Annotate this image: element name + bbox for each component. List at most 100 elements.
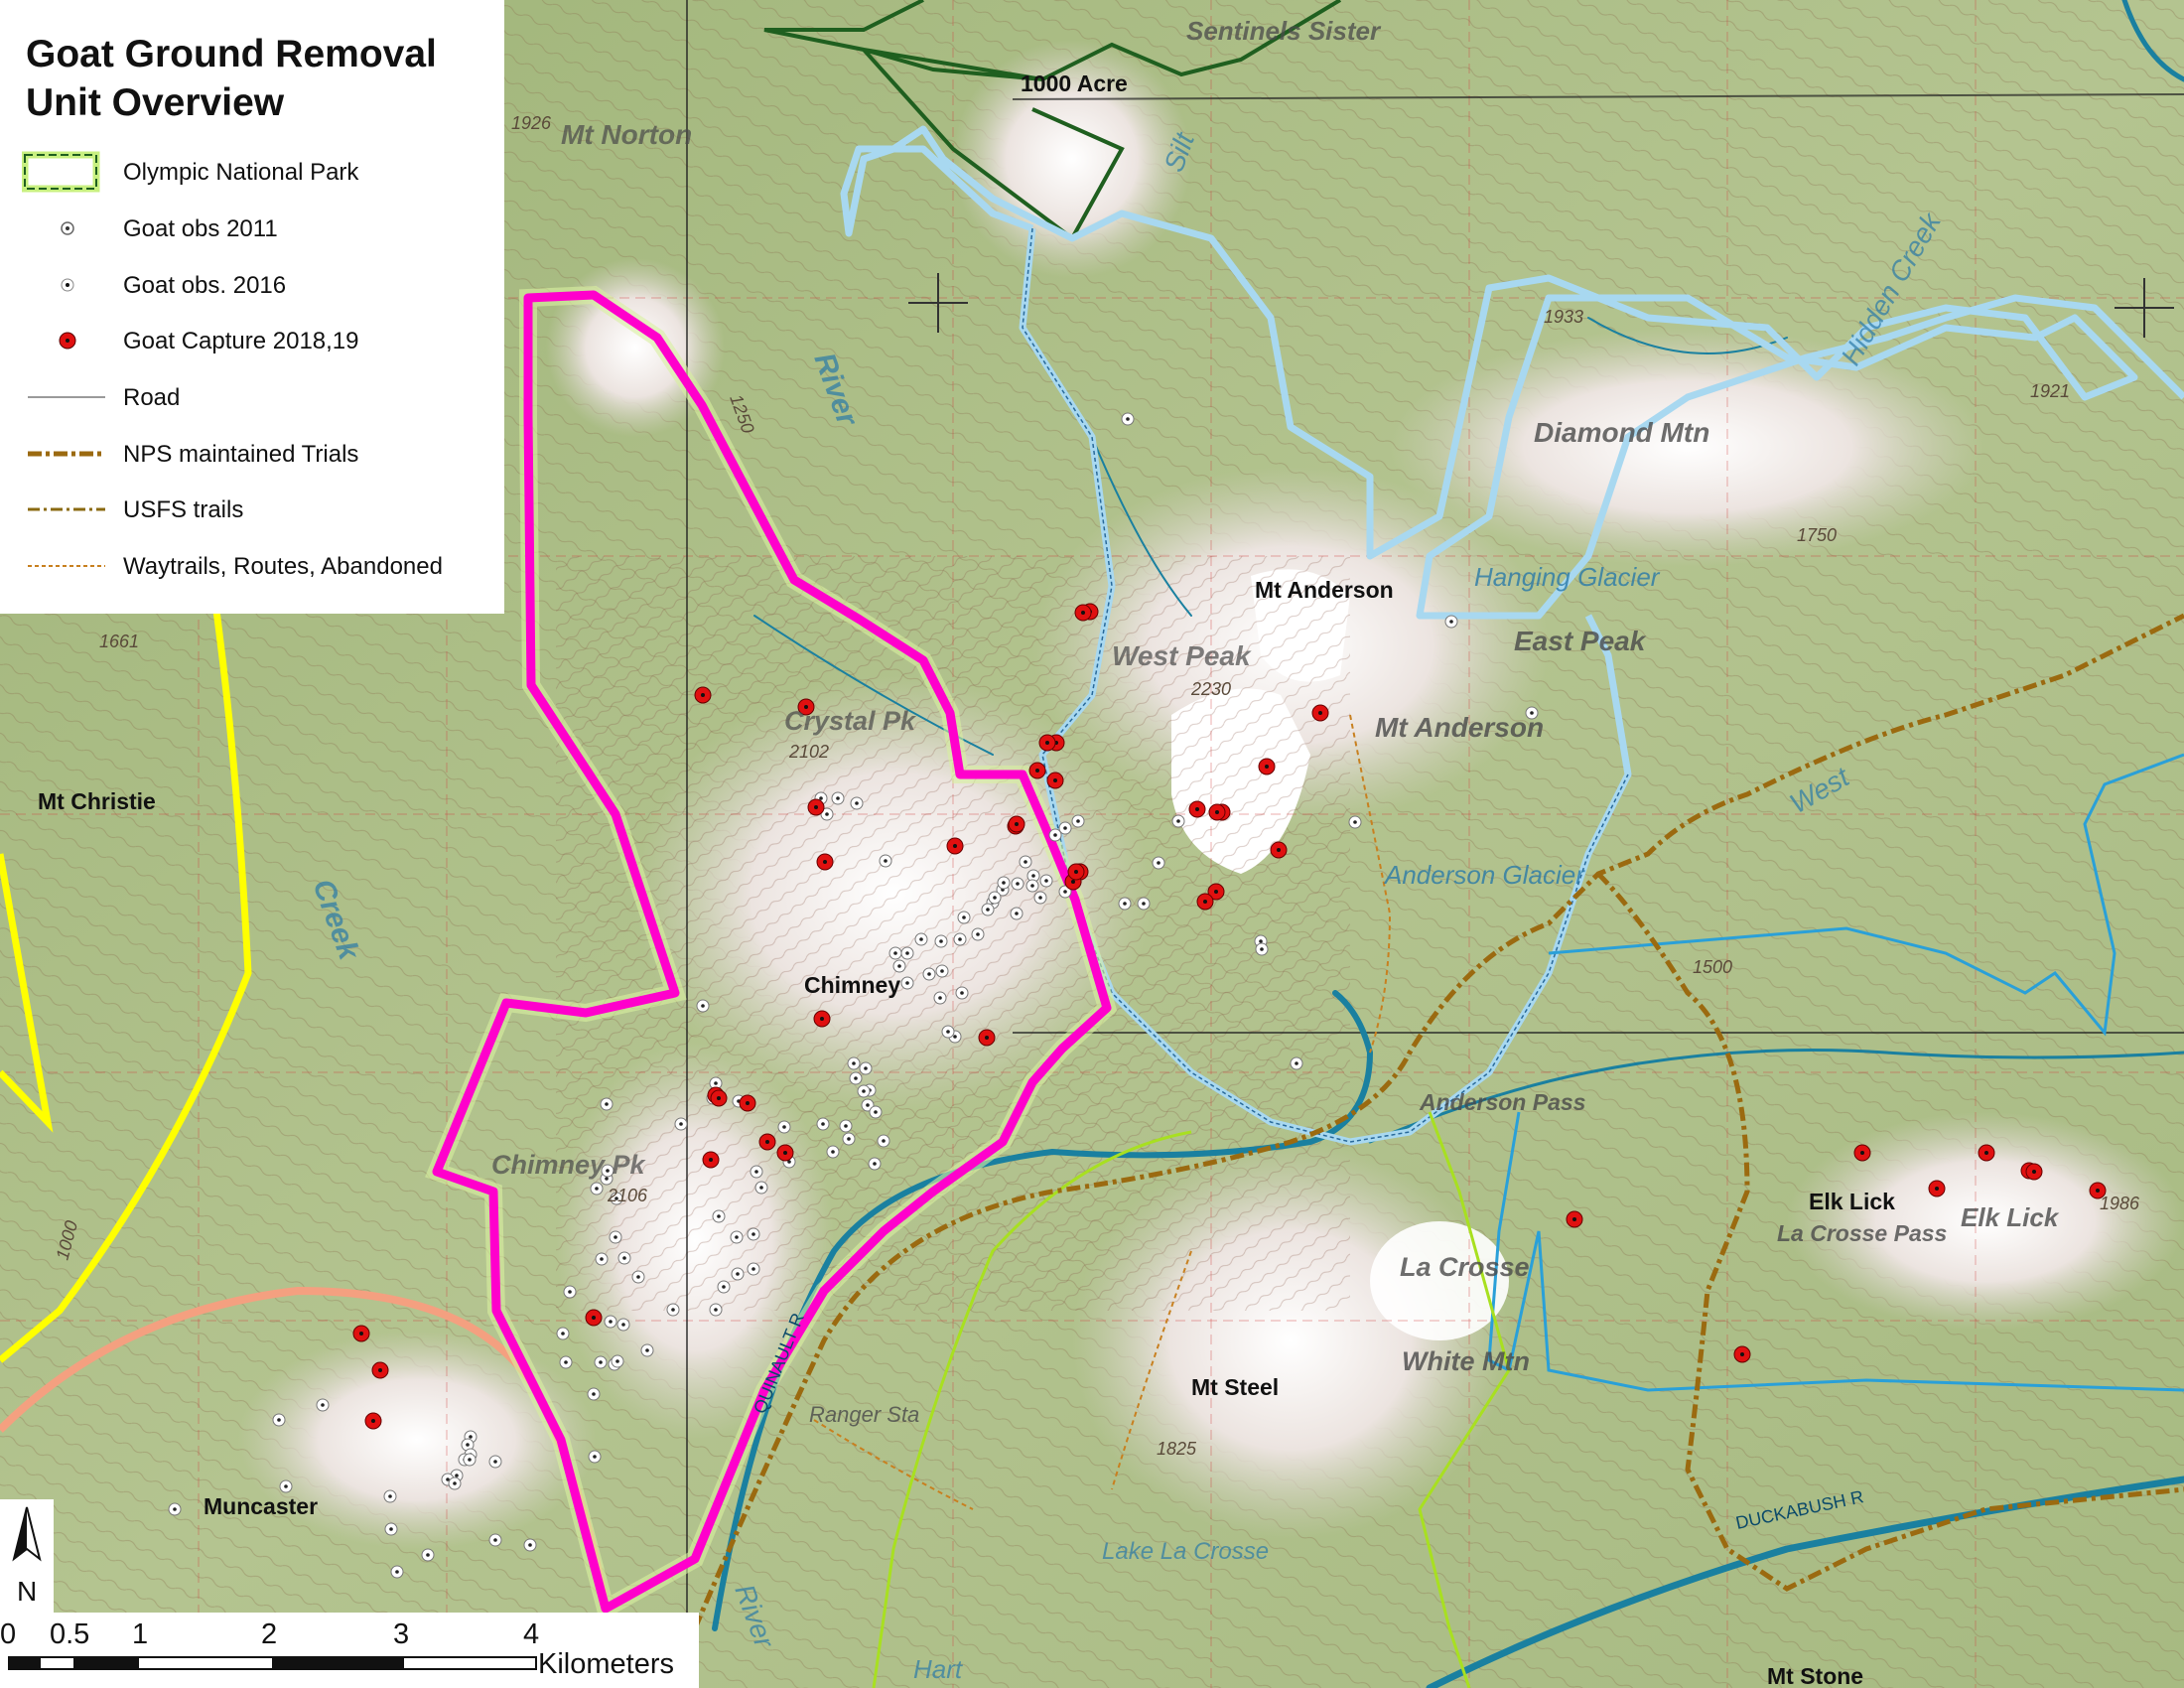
label-chimney: Chimney <box>804 972 900 998</box>
north-arrow: N <box>0 1499 54 1613</box>
goat-capture-point-center <box>592 1316 596 1320</box>
goat-obs-point-center <box>1024 860 1027 864</box>
goat-obs-2011-icon <box>61 221 74 235</box>
goat-capture-point-center <box>709 1158 713 1162</box>
goat-capture-point-center <box>814 805 818 809</box>
label-elk-lick: Elk Lick <box>1809 1189 1895 1214</box>
legend-title-line1: Goat Ground Removal <box>26 33 437 75</box>
scale-tick-label: 4 <box>523 1618 540 1650</box>
goat-capture-point-center <box>953 844 957 848</box>
goat-obs-point-center <box>939 939 943 943</box>
goat-obs-point-center <box>622 1256 626 1260</box>
elev-1825: 1825 <box>1157 1439 1197 1459</box>
map-legend: Goat Ground Removal Unit Overview Olympi… <box>0 0 504 614</box>
scale-tick-label: 0 <box>0 1618 17 1650</box>
label-chimney-pk: Chimney Pk <box>491 1150 647 1180</box>
goat-capture-point-center <box>765 1140 769 1144</box>
goat-obs-point-center <box>976 932 980 936</box>
nps-trail-icon <box>28 451 105 457</box>
goat-obs-point-center <box>614 1235 617 1239</box>
goat-obs-point-center <box>782 1125 786 1129</box>
goat-capture-point-center <box>1935 1187 1939 1191</box>
goat-obs-point-center <box>751 1267 755 1271</box>
label-lake-la-crosse: Lake La Crosse <box>1102 1538 1269 1565</box>
goat-obs-point-center <box>819 796 823 800</box>
goat-obs-point-center <box>717 1214 721 1218</box>
label-west-peak: West Peak <box>1112 640 1252 671</box>
goat-capture-point-center <box>746 1101 750 1105</box>
scale-bar-graphic <box>8 1656 537 1670</box>
goat-obs-point-center <box>455 1474 459 1477</box>
goat-obs-point-center <box>714 1308 718 1312</box>
goat-obs-point-center <box>636 1275 640 1279</box>
goat-obs-point-center <box>993 896 997 900</box>
legend-label: Goat obs. 2016 <box>123 272 287 299</box>
elev-2106: 2106 <box>607 1186 648 1205</box>
goat-obs-point-center <box>821 1122 825 1126</box>
label-anderson-pass: Anderson Pass <box>1419 1089 1585 1115</box>
goat-obs-point-center <box>938 996 942 1000</box>
goat-obs-point-center <box>277 1418 281 1422</box>
goat-obs-point-center <box>1031 874 1035 878</box>
goat-obs-point-center <box>735 1235 739 1239</box>
label-mt-steel: Mt Steel <box>1191 1374 1279 1400</box>
goat-obs-point-center <box>493 1538 497 1542</box>
goat-obs-point-center <box>1053 833 1057 837</box>
goat-capture-point-center <box>378 1368 382 1372</box>
goat-obs-point-center <box>927 972 931 976</box>
goat-obs-point-center <box>493 1460 497 1464</box>
label-anderson-glacier: Anderson Glacier <box>1383 860 1585 890</box>
label-mt-anderson-2: Mt Anderson <box>1375 712 1544 743</box>
goat-obs-point-center <box>1123 902 1127 906</box>
goat-obs-point-center <box>953 1035 957 1039</box>
legend-title: Goat Ground Removal Unit Overview <box>26 30 437 127</box>
goat-capture-point-center <box>1045 741 1049 745</box>
goat-obs-point-center <box>831 1150 835 1154</box>
elev-1933: 1933 <box>1544 307 1583 327</box>
scale-tick-label: 1 <box>132 1618 149 1650</box>
goat-obs-point-center <box>714 1081 718 1085</box>
goat-obs-point-center <box>284 1484 288 1488</box>
goat-obs-point-center <box>1016 882 1020 886</box>
goat-obs-point-center <box>395 1570 399 1574</box>
legend-item-usfs-trail: USFS trails <box>0 485 504 534</box>
goat-obs-point-center <box>946 1030 950 1034</box>
label-la-crosse-pass: La Crosse Pass <box>1777 1220 1947 1246</box>
label-la-crosse: La Crosse <box>1400 1252 1530 1282</box>
goat-obs-point-center <box>1038 896 1042 900</box>
label-mt-anderson: Mt Anderson <box>1255 577 1394 603</box>
goat-capture-point-center <box>1035 769 1039 773</box>
goat-obs-point-center <box>679 1122 683 1126</box>
goat-obs-point-center <box>453 1481 457 1485</box>
goat-obs-point-center <box>561 1332 565 1336</box>
legend-label: Road <box>123 384 181 411</box>
goat-obs-point-center <box>389 1527 393 1531</box>
elev-2102: 2102 <box>788 742 829 762</box>
legend-label: NPS maintained Trials <box>123 441 359 468</box>
goat-obs-point-center <box>1030 884 1034 888</box>
goat-obs-point-center <box>905 981 909 985</box>
legend-label: USFS trails <box>123 496 244 523</box>
goat-obs-point-center <box>736 1272 740 1276</box>
goat-obs-point-center <box>919 937 923 941</box>
goat-capture-point-center <box>1195 807 1199 811</box>
goat-capture-point-center <box>371 1419 375 1423</box>
elev-1921: 1921 <box>2030 381 2070 401</box>
label-crystal-pk: Crystal Pk <box>784 706 917 736</box>
goat-obs-point-center <box>1176 819 1180 823</box>
elev-1661: 1661 <box>99 632 139 651</box>
goat-obs-point-center <box>873 1162 877 1166</box>
goat-obs-point-center <box>321 1403 325 1407</box>
label-elk-lick-2: Elk Lick <box>1961 1202 2060 1232</box>
goat-obs-point-center <box>564 1360 568 1364</box>
goat-obs-point-center <box>600 1257 604 1261</box>
legend-item-waytrail: Waytrails, Routes, Abandoned <box>0 541 504 591</box>
goat-capture-point-center <box>1984 1151 1988 1155</box>
goat-obs-point-center <box>595 1187 599 1191</box>
goat-obs-point-center <box>893 951 897 955</box>
label-mt-norton: Mt Norton <box>561 119 692 150</box>
goat-obs-point-center <box>866 1103 870 1107</box>
goat-obs-point-center <box>855 801 859 805</box>
goat-obs-point-center <box>751 1232 755 1236</box>
goat-obs-point-center <box>1260 947 1264 951</box>
